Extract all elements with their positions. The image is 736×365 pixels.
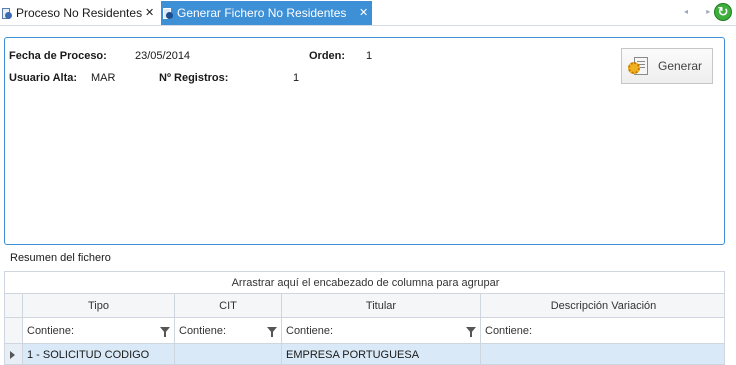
num-registros-label: Nº Registros: — [159, 72, 229, 84]
orden-label: Orden: — [309, 50, 346, 62]
cell-cit[interactable] — [175, 344, 282, 364]
row-selector-header — [5, 294, 23, 317]
grid-header-row: Tipo CIT Titular Descripción Variación — [5, 294, 724, 318]
usuario-alta-label: Usuario Alta: — [9, 72, 78, 84]
cell-titular[interactable]: EMPRESA PORTUGUESA — [282, 344, 481, 364]
summary-grid: Arrastrar aquí el encabezado de columna … — [4, 271, 725, 365]
close-icon[interactable]: ✕ — [145, 6, 154, 19]
refresh-icon[interactable]: ↻ — [714, 3, 732, 21]
tab-label: Proceso No Residentes — [16, 6, 143, 20]
cell-tipo[interactable]: 1 - SOLICITUD CODIGO — [23, 344, 175, 364]
tab-generar-fichero-no-residentes[interactable]: Generar Fichero No Residentes ✕ — [161, 1, 372, 25]
table-row[interactable]: 1 - SOLICITUD CODIGO EMPRESA PORTUGUESA — [5, 344, 724, 364]
usuario-alta-value: MAR — [91, 72, 116, 84]
generar-button-label: Generar — [658, 59, 703, 73]
filter-label: Contiene: — [485, 324, 533, 337]
tab-label: Generar Fichero No Residentes — [177, 6, 347, 20]
current-row-arrow-icon — [10, 351, 15, 359]
column-header-tipo[interactable]: Tipo — [23, 294, 175, 317]
column-header-cit[interactable]: CIT — [175, 294, 282, 317]
cell-descripcion-variacion[interactable] — [481, 344, 724, 364]
tab-strip: Proceso No Residentes ✕ Generar Fichero … — [0, 0, 736, 26]
filter-icon[interactable] — [466, 327, 476, 337]
num-registros-value: 1 — [293, 72, 300, 84]
grid-filter-row: Contiene: Contiene: Contiene: Contiene: — [5, 318, 724, 344]
row-selector-filter — [5, 318, 23, 343]
tab-proceso-no-residentes[interactable]: Proceso No Residentes ✕ — [0, 1, 160, 25]
column-header-descripcion-variacion[interactable]: Descripción Variación — [481, 294, 724, 317]
resumen-fichero-title: Resumen del fichero — [10, 252, 111, 264]
process-info-panel: Fecha de Proceso: 23/05/2014 Orden: 1 Us… — [4, 37, 725, 245]
filter-label: Contiene: — [179, 324, 227, 337]
fecha-proceso-label: Fecha de Proceso: — [9, 50, 107, 62]
filter-cell-descripcion-variacion[interactable]: Contiene: — [481, 318, 724, 343]
filter-icon[interactable] — [160, 327, 170, 337]
generar-button[interactable]: Generar — [621, 48, 713, 84]
fecha-proceso-value: 23/05/2014 — [135, 50, 191, 62]
filter-label: Contiene: — [286, 324, 334, 337]
close-icon[interactable]: ✕ — [359, 6, 368, 19]
people-document-icon — [163, 7, 173, 20]
filter-label: Contiene: — [27, 324, 75, 337]
orden-value: 1 — [366, 50, 373, 62]
filter-cell-tipo[interactable]: Contiene: — [23, 318, 175, 343]
filter-cell-titular[interactable]: Contiene: — [282, 318, 481, 343]
filter-cell-cit[interactable]: Contiene: — [175, 318, 282, 343]
row-indicator[interactable] — [5, 344, 23, 364]
filter-icon[interactable] — [267, 327, 277, 337]
generate-file-icon — [628, 55, 650, 77]
people-document-icon — [2, 7, 12, 20]
column-header-titular[interactable]: Titular — [282, 294, 481, 317]
group-by-drop-area[interactable]: Arrastrar aquí el encabezado de columna … — [5, 272, 724, 294]
